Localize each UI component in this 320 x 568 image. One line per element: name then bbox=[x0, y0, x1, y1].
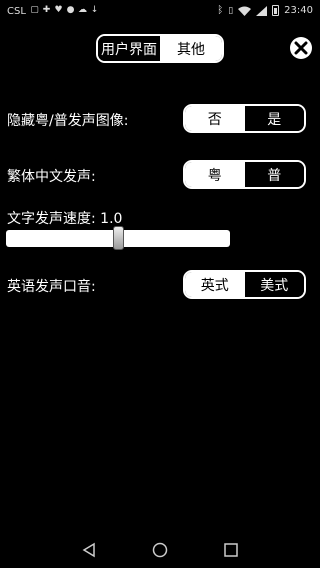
wifi-icon bbox=[238, 6, 252, 16]
status-bar: CSL ▢ ✚ ♥ ● ☁ ↓ ᛒ ▯ 23:40 bbox=[0, 0, 320, 24]
game-icon: ✚ bbox=[42, 5, 51, 15]
top-tab-switcher: 用户界面 其他 bbox=[96, 34, 224, 63]
navigation-bar bbox=[0, 534, 320, 568]
chat-icon: ● bbox=[66, 5, 75, 15]
accent-option-british[interactable]: 英式 bbox=[185, 272, 245, 297]
speech-rate-label: 文字发声速度: 1.0 bbox=[7, 211, 123, 227]
voice-option-mandarin[interactable]: 普 bbox=[244, 162, 304, 187]
download-icon: ↓ bbox=[90, 5, 99, 15]
vibrate-icon: ▯ bbox=[228, 5, 234, 16]
heart-icon: ♥ bbox=[54, 5, 63, 15]
status-right: ᛒ ▯ 23:40 bbox=[217, 5, 313, 16]
english-accent-toggle: 英式 美式 bbox=[183, 270, 306, 299]
battery-icon bbox=[272, 5, 280, 16]
english-accent-label: 英语发声口音: bbox=[7, 279, 96, 295]
hide-image-toggle: 否 是 bbox=[183, 104, 306, 133]
bluetooth-icon: ᛒ bbox=[217, 5, 224, 16]
voice-option-cantonese[interactable]: 粤 bbox=[185, 162, 245, 187]
hide-image-option-yes[interactable]: 是 bbox=[244, 106, 304, 131]
tab-user-interface[interactable]: 用户界面 bbox=[98, 36, 160, 61]
cloud-icon: ☁ bbox=[78, 5, 87, 15]
home-icon[interactable] bbox=[152, 542, 168, 558]
notification-icons: ▢ ✚ ♥ ● ☁ ↓ bbox=[30, 6, 99, 15]
slider-thumb[interactable] bbox=[113, 226, 124, 250]
speech-rate-slider[interactable] bbox=[6, 226, 230, 250]
close-icon bbox=[294, 41, 308, 55]
traditional-voice-toggle: 粤 普 bbox=[183, 160, 306, 189]
signal-icon bbox=[256, 5, 268, 16]
traditional-voice-label: 繁体中文发声: bbox=[7, 169, 96, 185]
back-icon[interactable] bbox=[81, 542, 97, 558]
recents-icon[interactable] bbox=[223, 542, 239, 558]
sim-icon: ▢ bbox=[30, 5, 39, 15]
hide-image-label: 隐藏粤/普发声图像: bbox=[7, 113, 129, 129]
tab-other[interactable]: 其他 bbox=[160, 36, 222, 61]
carrier-label: CSL bbox=[7, 6, 26, 17]
close-button[interactable] bbox=[290, 37, 312, 59]
clock: 23:40 bbox=[284, 5, 313, 16]
accent-option-american[interactable]: 美式 bbox=[244, 272, 304, 297]
hide-image-option-no[interactable]: 否 bbox=[185, 106, 245, 131]
